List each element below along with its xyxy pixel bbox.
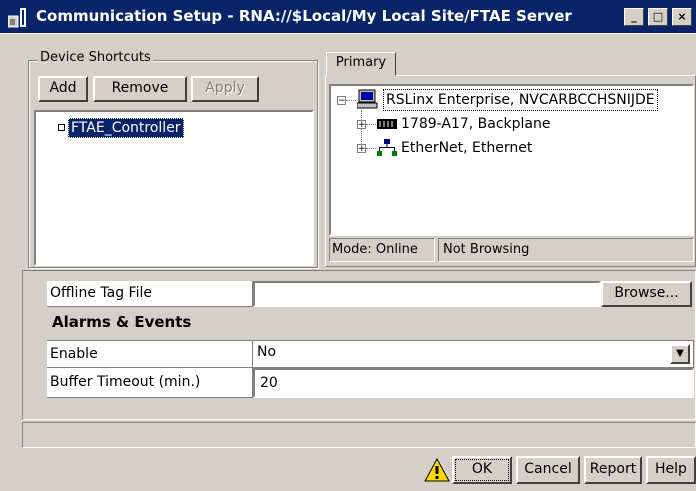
expand-backplane-icon[interactable]: + [357, 120, 366, 130]
device-shortcuts-legend: Device Shortcuts [38, 50, 153, 65]
tab-primary[interactable]: Primary [326, 52, 396, 76]
add-button[interactable]: Add [38, 76, 88, 102]
buffer-timeout-label: Buffer Timeout (min.) [47, 368, 253, 398]
help-button[interactable]: Help [646, 456, 696, 484]
tree-item-ethernet[interactable]: EtherNet, Ethernet [401, 138, 532, 158]
enable-select[interactable]: No ▼ [253, 340, 694, 368]
tree-connector [346, 100, 356, 101]
tree-connector [366, 148, 376, 149]
ok-button[interactable]: OK [452, 456, 512, 484]
minimize-button[interactable]: _ [624, 8, 644, 26]
chevron-down-icon[interactable]: ▼ [670, 344, 690, 364]
computer-icon [357, 89, 378, 109]
browsing-status: Not Browsing [438, 238, 694, 262]
alarms-events-header: Alarms & Events [52, 313, 192, 331]
offline-tag-label: Offline Tag File [47, 281, 253, 307]
offline-tag-input[interactable] [253, 281, 601, 307]
remove-button[interactable]: Remove [93, 76, 187, 102]
tree-root-label[interactable]: RSLinx Enterprise, NVCARBCCHSNIJDE [383, 89, 658, 111]
tree-connector [366, 124, 376, 125]
enable-label: Enable [47, 340, 253, 368]
app-icon [8, 8, 26, 28]
shortcut-node-icon [58, 124, 65, 131]
backplane-icon [377, 119, 397, 129]
network-icon [377, 139, 397, 156]
warning-icon [424, 458, 450, 482]
mode-status: Mode: Online [329, 238, 435, 262]
expand-ethernet-icon[interactable]: + [357, 144, 366, 154]
browse-button[interactable]: Browse... [601, 281, 692, 307]
enable-value: No [257, 344, 277, 360]
window-title: Communication Setup - RNA://$Local/My Lo… [36, 7, 572, 25]
shortcuts-list[interactable]: FTAE_Controller [34, 110, 314, 266]
apply-button: Apply [191, 76, 259, 102]
shortcut-item-ftae-controller[interactable]: FTAE_Controller [68, 118, 184, 138]
network-tree[interactable]: − RSLinx Enterprise, NVCARBCCHSNIJDE + 1… [329, 84, 694, 236]
cancel-button[interactable]: Cancel [516, 456, 580, 484]
maximize-button[interactable]: □ [648, 8, 668, 26]
buffer-timeout-input[interactable]: 20 [253, 368, 694, 398]
title-bar: Communication Setup - RNA://$Local/My Lo… [0, 0, 696, 34]
tree-item-backplane[interactable]: 1789-A17, Backplane [401, 114, 551, 134]
close-button[interactable]: × [672, 8, 692, 26]
collapse-root-icon[interactable]: − [337, 96, 346, 106]
description-strip [22, 422, 696, 448]
report-button[interactable]: Report [584, 456, 642, 484]
